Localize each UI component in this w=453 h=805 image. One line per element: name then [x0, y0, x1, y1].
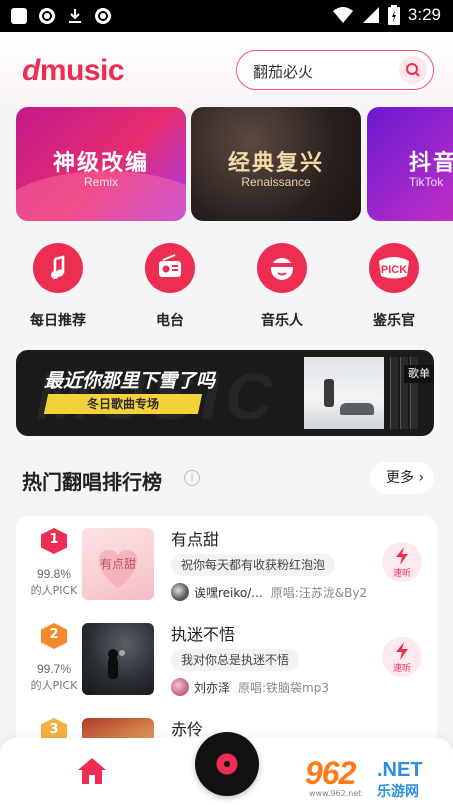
battery-icon — [387, 5, 400, 25]
entry-label: 电台 — [156, 313, 184, 329]
banner-subtitle: Remix — [83, 175, 118, 189]
avatar[interactable] — [171, 678, 189, 696]
quick-entry-row: 每日推荐 电台 音乐人 PICK 鉴乐官 — [0, 243, 453, 335]
musician-icon — [257, 243, 307, 293]
playlist-cover-stack: 歌单 — [304, 357, 434, 436]
playlist-cover-image — [304, 357, 384, 429]
song-cover[interactable] — [82, 623, 154, 695]
watermark-logo: 962 .NET 乐游网 www.962.net — [305, 755, 423, 800]
singer-name[interactable]: 诶嘿reiko/... — [194, 584, 263, 601]
pick-label: 的人PICK — [30, 584, 78, 597]
status-bar: 3:29 — [0, 0, 453, 32]
rank-badge: 1 99.8% 的人PICK — [24, 528, 84, 598]
medal-icon: 1 — [41, 528, 67, 558]
banner-tiktok[interactable]: 抖音 TikTok — [367, 107, 453, 221]
list-item[interactable]: 2 99.7% 的人PICK 执迷不悟 我对你总是执迷不悟 刘亦泽 原唱:铁脑袋… — [16, 611, 437, 706]
list-item[interactable]: 1 99.8% 的人PICK 有点甜 有点甜 祝你每天都有收获粉红泡泡 诶嘿re… — [16, 516, 437, 611]
download-icon — [69, 9, 81, 23]
playlist-promo-banner[interactable]: MUSIC 最近你那里下雪了吗 冬日歌曲专场 歌单 — [16, 350, 434, 436]
clock: 3:29 — [407, 5, 441, 24]
song-lyric: 祝你每天都有收获粉红泡泡 — [171, 554, 336, 576]
pick-percent: 99.7% — [36, 662, 72, 676]
song-title: 有点甜 — [171, 530, 220, 549]
medal-icon: 2 — [41, 623, 67, 653]
song-lyric: 我对你总是执迷不悟 — [171, 649, 300, 671]
entry-daily-recommend[interactable]: 每日推荐 — [13, 243, 103, 330]
music-note-icon — [33, 243, 83, 293]
promo-title: 最近你那里下雪了吗 — [44, 370, 216, 392]
banner-subtitle: Renaissance — [241, 175, 311, 189]
pick-icon: PICK — [369, 243, 419, 293]
search-button[interactable] — [399, 56, 427, 84]
song-cover[interactable]: 有点甜 — [82, 528, 154, 600]
radio-icon — [145, 243, 195, 293]
quick-listen-button[interactable]: 速听 — [382, 542, 422, 582]
wifi-icon — [332, 7, 353, 23]
song-title: 赤伶 — [171, 720, 204, 739]
entry-label: 音乐人 — [261, 313, 303, 329]
song-meta: 诶嘿reiko/... 原唱:汪苏泷&By2 — [171, 583, 367, 601]
search-input[interactable]: 翻茄必火 — [253, 61, 313, 82]
banner-subtitle: TikTok — [409, 175, 444, 189]
sync-icon — [39, 8, 55, 24]
lightning-icon — [396, 547, 408, 565]
search-icon — [406, 63, 420, 77]
banner-carousel[interactable]: 神级改编 Remix 经典复兴 Renaissance 抖音 TikTok — [0, 107, 453, 222]
promo-tag: 冬日歌曲专场 — [43, 394, 203, 414]
pick-label: 的人PICK — [30, 679, 78, 692]
song-title: 执迷不悟 — [171, 625, 236, 644]
avatar[interactable] — [171, 583, 189, 601]
signal-icon — [362, 7, 379, 23]
entry-pick[interactable]: PICK 鉴乐官 — [349, 243, 439, 330]
entry-label: 鉴乐官 — [373, 313, 415, 329]
notification-icon — [11, 8, 27, 24]
svg-text:PICK: PICK — [381, 264, 407, 276]
singer-name[interactable]: 刘亦泽 — [194, 679, 230, 696]
playlist-badge: 歌单 — [404, 365, 434, 383]
search-box[interactable]: 翻茄必火 — [236, 50, 434, 90]
song-meta: 刘亦泽 原唱:铁脑袋mp3 — [171, 678, 329, 696]
banner-title: 经典复兴 — [227, 151, 324, 176]
rank-badge: 2 99.7% 的人PICK — [24, 623, 84, 693]
pick-percent: 99.8% — [36, 567, 72, 581]
more-button[interactable]: 更多 › — [370, 462, 434, 494]
app-logo[interactable]: dmusic — [22, 54, 125, 88]
section-title: 热门翻唱排行榜 — [22, 470, 162, 494]
banner-remix[interactable]: 神级改编 Remix — [16, 107, 186, 221]
banner-title: 抖音 — [409, 151, 453, 176]
entry-radio[interactable]: 电台 — [125, 243, 215, 330]
lightning-icon — [396, 642, 408, 660]
original-singer: 原唱:铁脑袋mp3 — [238, 680, 330, 695]
player-disc-button[interactable] — [195, 732, 259, 796]
entry-musician[interactable]: 音乐人 — [237, 243, 327, 330]
entry-label: 每日推荐 — [30, 313, 86, 329]
app-header: dmusic 翻茄必火 — [0, 32, 453, 102]
banner-renaissance[interactable]: 经典复兴 Renaissance — [191, 107, 361, 221]
info-icon[interactable]: i — [184, 470, 200, 486]
quick-listen-button[interactable]: 速听 — [382, 637, 422, 677]
sync-icon — [95, 8, 111, 24]
banner-title: 神级改编 — [52, 151, 149, 176]
home-icon[interactable] — [76, 756, 108, 786]
chevron-right-icon: › — [418, 470, 425, 486]
svg-text:有点甜: 有点甜 — [100, 557, 136, 571]
original-singer: 原唱:汪苏泷&By2 — [270, 585, 368, 600]
